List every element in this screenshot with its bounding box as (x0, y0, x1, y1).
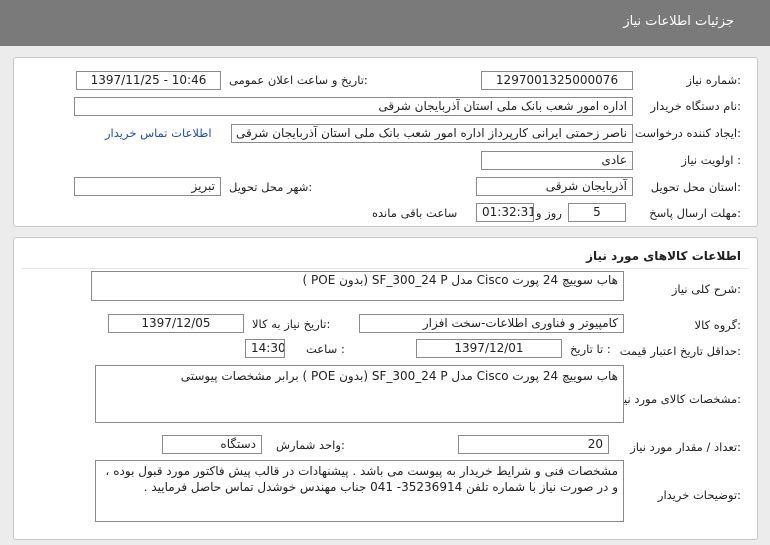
page-header: جزئیات اطلاعات نیاز (0, 0, 770, 46)
creator-field: ناصر زحمتی ایرانی کارپرداز اداره امور شع… (231, 124, 633, 143)
goods-group-label: گروه کالا: (694, 318, 741, 332)
count-unit-label: واحد شمارش: (276, 438, 345, 452)
spec-field: هاب سوییچ 24 پورت Cisco مدل SF_300_24 P … (95, 365, 624, 423)
hour-label: ساعت : (306, 342, 345, 356)
city-label: شهر محل تحویل: (229, 180, 313, 194)
days-field: 5 (568, 203, 626, 222)
to-date-label: تا تاریخ : (570, 342, 611, 356)
buyer-notes-label: توضیحات خریدار: (657, 488, 741, 502)
page-title: جزئیات اطلاعات نیاز (623, 14, 734, 29)
priority-field: عادی (481, 151, 633, 170)
goods-group-field: کامپیوتر و فناوری اطلاعات-سخت افزار (359, 314, 624, 333)
deadline-label: مهلت ارسال پاسخ: (649, 206, 741, 220)
announce-label: تاریخ و ساعت اعلان عمومی: (229, 73, 368, 87)
need-number-label: شماره نیاز: (686, 73, 741, 87)
quantity-label: تعداد / مقدار مورد نیاز: (630, 440, 741, 454)
buyer-field: اداره امور شعب بانک ملی استان آذربایجان … (74, 97, 633, 116)
section-divider (22, 268, 749, 269)
need-number-field: 1297001325000076 (481, 71, 633, 90)
to-date-field: 1397/12/01 (416, 339, 562, 358)
goods-info-panel: اطلاعات کالاهای مورد نیاز شرح کلی نیاز: … (13, 237, 758, 540)
days-unit: روز و (536, 206, 562, 220)
buyer-contact-link[interactable]: اطلاعات تماس خریدار (105, 126, 212, 140)
quantity-field: 20 (458, 435, 609, 454)
count-unit-field: دستگاه (162, 435, 262, 454)
need-date-label: تاریخ نیاز به کالا: (252, 317, 331, 331)
announce-field: 1397/11/25 - 10:46 (76, 71, 221, 90)
general-desc-field: هاب سوییچ 24 پورت Cisco مدل SF_300_24 P … (91, 271, 624, 301)
creator-label: ایجاد کننده درخواست: (635, 126, 741, 140)
general-desc-label: شرح کلی نیاز: (671, 282, 741, 296)
priority-label: اولویت نیاز : (681, 153, 741, 167)
remaining-time-field: 01:32:31 (476, 203, 534, 222)
goods-section-title: اطلاعات کالاهای مورد نیاز (586, 249, 741, 263)
city-field: تبریز (74, 177, 221, 196)
need-date-field: 1397/12/05 (108, 314, 244, 333)
buyer-label: نام دستگاه خریدار: (650, 99, 741, 113)
min-validity-label: حداقل تاریخ اعتبار قیمت: (619, 344, 741, 358)
spec-label: مشخصات کالای مورد نیاز: (614, 392, 741, 406)
need-info-panel: شماره نیاز: 1297001325000076 تاریخ و ساع… (13, 57, 758, 227)
hour-field: 14:30 (245, 339, 285, 358)
remaining-time-unit: ساعت باقی مانده (372, 206, 458, 220)
buyer-notes-field: مشخصات فنی و شرایط خریدار به پیوست می با… (95, 460, 624, 522)
province-field: آذربایجان شرقی (476, 177, 633, 196)
province-label: استان محل تحویل: (650, 180, 741, 194)
